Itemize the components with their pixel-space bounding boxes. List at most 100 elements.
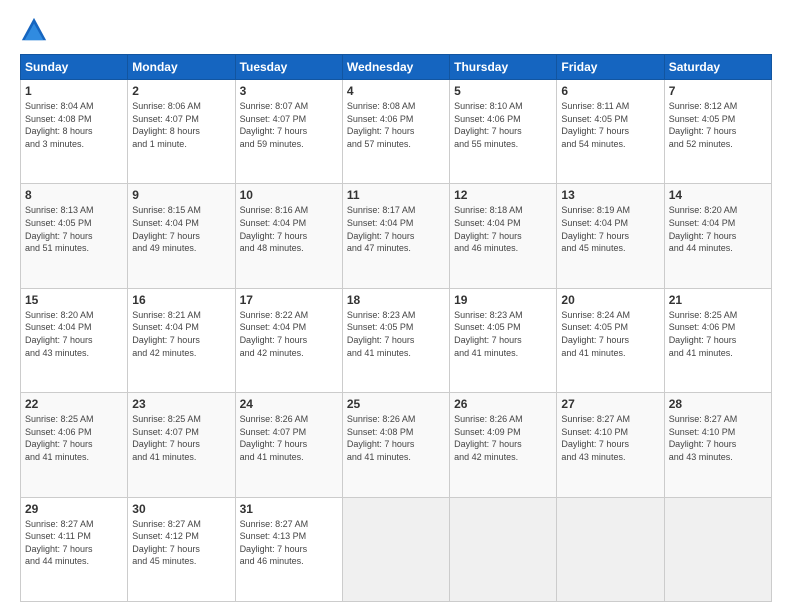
day-number: 10: [240, 188, 338, 202]
calendar-cell: 14 Sunrise: 8:20 AM Sunset: 4:04 PM Dayli…: [664, 184, 771, 288]
day-number: 12: [454, 188, 552, 202]
day-number: 8: [25, 188, 123, 202]
calendar-cell: 15Sunrise: 8:20 AM Sunset: 4:04 PM Dayli…: [21, 288, 128, 392]
calendar-cell: 20 Sunrise: 8:24 AM Sunset: 4:05 PM Dayli…: [557, 288, 664, 392]
day-number: 17: [240, 293, 338, 307]
day-number: 19: [454, 293, 552, 307]
calendar-cell: [664, 497, 771, 601]
day-number: 9: [132, 188, 230, 202]
calendar-cell: 7 Sunrise: 8:12 AM Sunset: 4:05 PM Daylig…: [664, 80, 771, 184]
day-info: Sunrise: 8:16 AM Sunset: 4:04 PM Dayligh…: [240, 204, 338, 254]
day-number: 11: [347, 188, 445, 202]
day-info: Sunrise: 8:08 AM Sunset: 4:06 PM Dayligh…: [347, 100, 445, 150]
day-info: Sunrise: 8:27 AM Sunset: 4:10 PM Dayligh…: [669, 413, 767, 463]
calendar-cell: 26 Sunrise: 8:26 AM Sunset: 4:09 PM Dayli…: [450, 393, 557, 497]
day-number: 20: [561, 293, 659, 307]
day-number: 27: [561, 397, 659, 411]
calendar-week-row: 22 Sunrise: 8:25 AM Sunset: 4:06 PM Dayli…: [21, 393, 772, 497]
days-of-week-row: SundayMondayTuesdayWednesdayThursdayFrid…: [21, 55, 772, 80]
day-info: Sunrise: 8:06 AM Sunset: 4:07 PM Dayligh…: [132, 100, 230, 150]
day-number: 21: [669, 293, 767, 307]
day-info: Sunrise: 8:25 AM Sunset: 4:06 PM Dayligh…: [25, 413, 123, 463]
day-info: Sunrise: 8:12 AM Sunset: 4:05 PM Dayligh…: [669, 100, 767, 150]
day-info: Sunrise: 8:25 AM Sunset: 4:06 PM Dayligh…: [669, 309, 767, 359]
calendar-week-row: 29 Sunrise: 8:27 AM Sunset: 4:11 PM Dayli…: [21, 497, 772, 601]
day-info: Sunrise: 8:17 AM Sunset: 4:04 PM Dayligh…: [347, 204, 445, 254]
calendar-cell: 4 Sunrise: 8:08 AM Sunset: 4:06 PM Daylig…: [342, 80, 449, 184]
calendar-cell: [557, 497, 664, 601]
day-number: 6: [561, 84, 659, 98]
day-info: Sunrise: 8:20 AM Sunset: 4:04 PM Dayligh…: [25, 309, 123, 359]
header: [20, 16, 772, 44]
day-info: Sunrise: 8:20 AM Sunset: 4:04 PM Dayligh…: [669, 204, 767, 254]
day-info: Sunrise: 8:27 AM Sunset: 4:11 PM Dayligh…: [25, 518, 123, 568]
calendar-cell: 6Sunrise: 8:11 AM Sunset: 4:05 PM Daylig…: [557, 80, 664, 184]
calendar-week-row: 8Sunrise: 8:13 AM Sunset: 4:05 PM Daylig…: [21, 184, 772, 288]
dow-header: Sunday: [21, 55, 128, 80]
calendar-cell: 18Sunrise: 8:23 AM Sunset: 4:05 PM Dayli…: [342, 288, 449, 392]
day-number: 5: [454, 84, 552, 98]
day-number: 7: [669, 84, 767, 98]
calendar-cell: 11 Sunrise: 8:17 AM Sunset: 4:04 PM Dayli…: [342, 184, 449, 288]
day-info: Sunrise: 8:04 AM Sunset: 4:08 PM Dayligh…: [25, 100, 123, 150]
calendar-cell: 22 Sunrise: 8:25 AM Sunset: 4:06 PM Dayli…: [21, 393, 128, 497]
day-info: Sunrise: 8:26 AM Sunset: 4:08 PM Dayligh…: [347, 413, 445, 463]
page: SundayMondayTuesdayWednesdayThursdayFrid…: [0, 0, 792, 612]
dow-header: Wednesday: [342, 55, 449, 80]
day-number: 23: [132, 397, 230, 411]
day-number: 29: [25, 502, 123, 516]
dow-header: Thursday: [450, 55, 557, 80]
day-info: Sunrise: 8:26 AM Sunset: 4:07 PM Dayligh…: [240, 413, 338, 463]
calendar-cell: 24 Sunrise: 8:26 AM Sunset: 4:07 PM Dayli…: [235, 393, 342, 497]
day-info: Sunrise: 8:07 AM Sunset: 4:07 PM Dayligh…: [240, 100, 338, 150]
day-number: 13: [561, 188, 659, 202]
calendar-table: SundayMondayTuesdayWednesdayThursdayFrid…: [20, 54, 772, 602]
day-number: 26: [454, 397, 552, 411]
calendar-cell: 13 Sunrise: 8:19 AM Sunset: 4:04 PM Dayli…: [557, 184, 664, 288]
day-info: Sunrise: 8:19 AM Sunset: 4:04 PM Dayligh…: [561, 204, 659, 254]
day-number: 28: [669, 397, 767, 411]
day-number: 4: [347, 84, 445, 98]
calendar-cell: 31Sunrise: 8:27 AM Sunset: 4:13 PM Dayli…: [235, 497, 342, 601]
calendar-cell: 27 Sunrise: 8:27 AM Sunset: 4:10 PM Dayli…: [557, 393, 664, 497]
day-info: Sunrise: 8:27 AM Sunset: 4:10 PM Dayligh…: [561, 413, 659, 463]
calendar-cell: 5 Sunrise: 8:10 AM Sunset: 4:06 PM Daylig…: [450, 80, 557, 184]
logo: [20, 16, 52, 44]
day-info: Sunrise: 8:24 AM Sunset: 4:05 PM Dayligh…: [561, 309, 659, 359]
calendar-cell: 19Sunrise: 8:23 AM Sunset: 4:05 PM Dayli…: [450, 288, 557, 392]
calendar-cell: 3Sunrise: 8:07 AM Sunset: 4:07 PM Daylig…: [235, 80, 342, 184]
day-number: 31: [240, 502, 338, 516]
calendar-week-row: 15Sunrise: 8:20 AM Sunset: 4:04 PM Dayli…: [21, 288, 772, 392]
calendar-week-row: 1 Sunrise: 8:04 AM Sunset: 4:08 PM Daylig…: [21, 80, 772, 184]
day-number: 14: [669, 188, 767, 202]
dow-header: Friday: [557, 55, 664, 80]
calendar-cell: 8Sunrise: 8:13 AM Sunset: 4:05 PM Daylig…: [21, 184, 128, 288]
calendar-cell: 25Sunrise: 8:26 AM Sunset: 4:08 PM Dayli…: [342, 393, 449, 497]
calendar-cell: 2Sunrise: 8:06 AM Sunset: 4:07 PM Daylig…: [128, 80, 235, 184]
calendar-cell: [450, 497, 557, 601]
calendar-cell: 1 Sunrise: 8:04 AM Sunset: 4:08 PM Daylig…: [21, 80, 128, 184]
dow-header: Saturday: [664, 55, 771, 80]
day-info: Sunrise: 8:22 AM Sunset: 4:04 PM Dayligh…: [240, 309, 338, 359]
day-number: 16: [132, 293, 230, 307]
dow-header: Monday: [128, 55, 235, 80]
day-number: 1: [25, 84, 123, 98]
calendar-cell: [342, 497, 449, 601]
day-info: Sunrise: 8:15 AM Sunset: 4:04 PM Dayligh…: [132, 204, 230, 254]
day-number: 24: [240, 397, 338, 411]
day-number: 30: [132, 502, 230, 516]
dow-header: Tuesday: [235, 55, 342, 80]
calendar-cell: 9 Sunrise: 8:15 AM Sunset: 4:04 PM Daylig…: [128, 184, 235, 288]
calendar-body: 1 Sunrise: 8:04 AM Sunset: 4:08 PM Daylig…: [21, 80, 772, 602]
calendar-cell: 17 Sunrise: 8:22 AM Sunset: 4:04 PM Dayli…: [235, 288, 342, 392]
day-info: Sunrise: 8:10 AM Sunset: 4:06 PM Dayligh…: [454, 100, 552, 150]
day-number: 22: [25, 397, 123, 411]
calendar-cell: 10 Sunrise: 8:16 AM Sunset: 4:04 PM Dayli…: [235, 184, 342, 288]
day-info: Sunrise: 8:26 AM Sunset: 4:09 PM Dayligh…: [454, 413, 552, 463]
calendar-cell: 21 Sunrise: 8:25 AM Sunset: 4:06 PM Dayli…: [664, 288, 771, 392]
logo-icon: [20, 16, 48, 44]
day-number: 18: [347, 293, 445, 307]
day-info: Sunrise: 8:27 AM Sunset: 4:12 PM Dayligh…: [132, 518, 230, 568]
day-info: Sunrise: 8:21 AM Sunset: 4:04 PM Dayligh…: [132, 309, 230, 359]
calendar-cell: 12Sunrise: 8:18 AM Sunset: 4:04 PM Dayli…: [450, 184, 557, 288]
